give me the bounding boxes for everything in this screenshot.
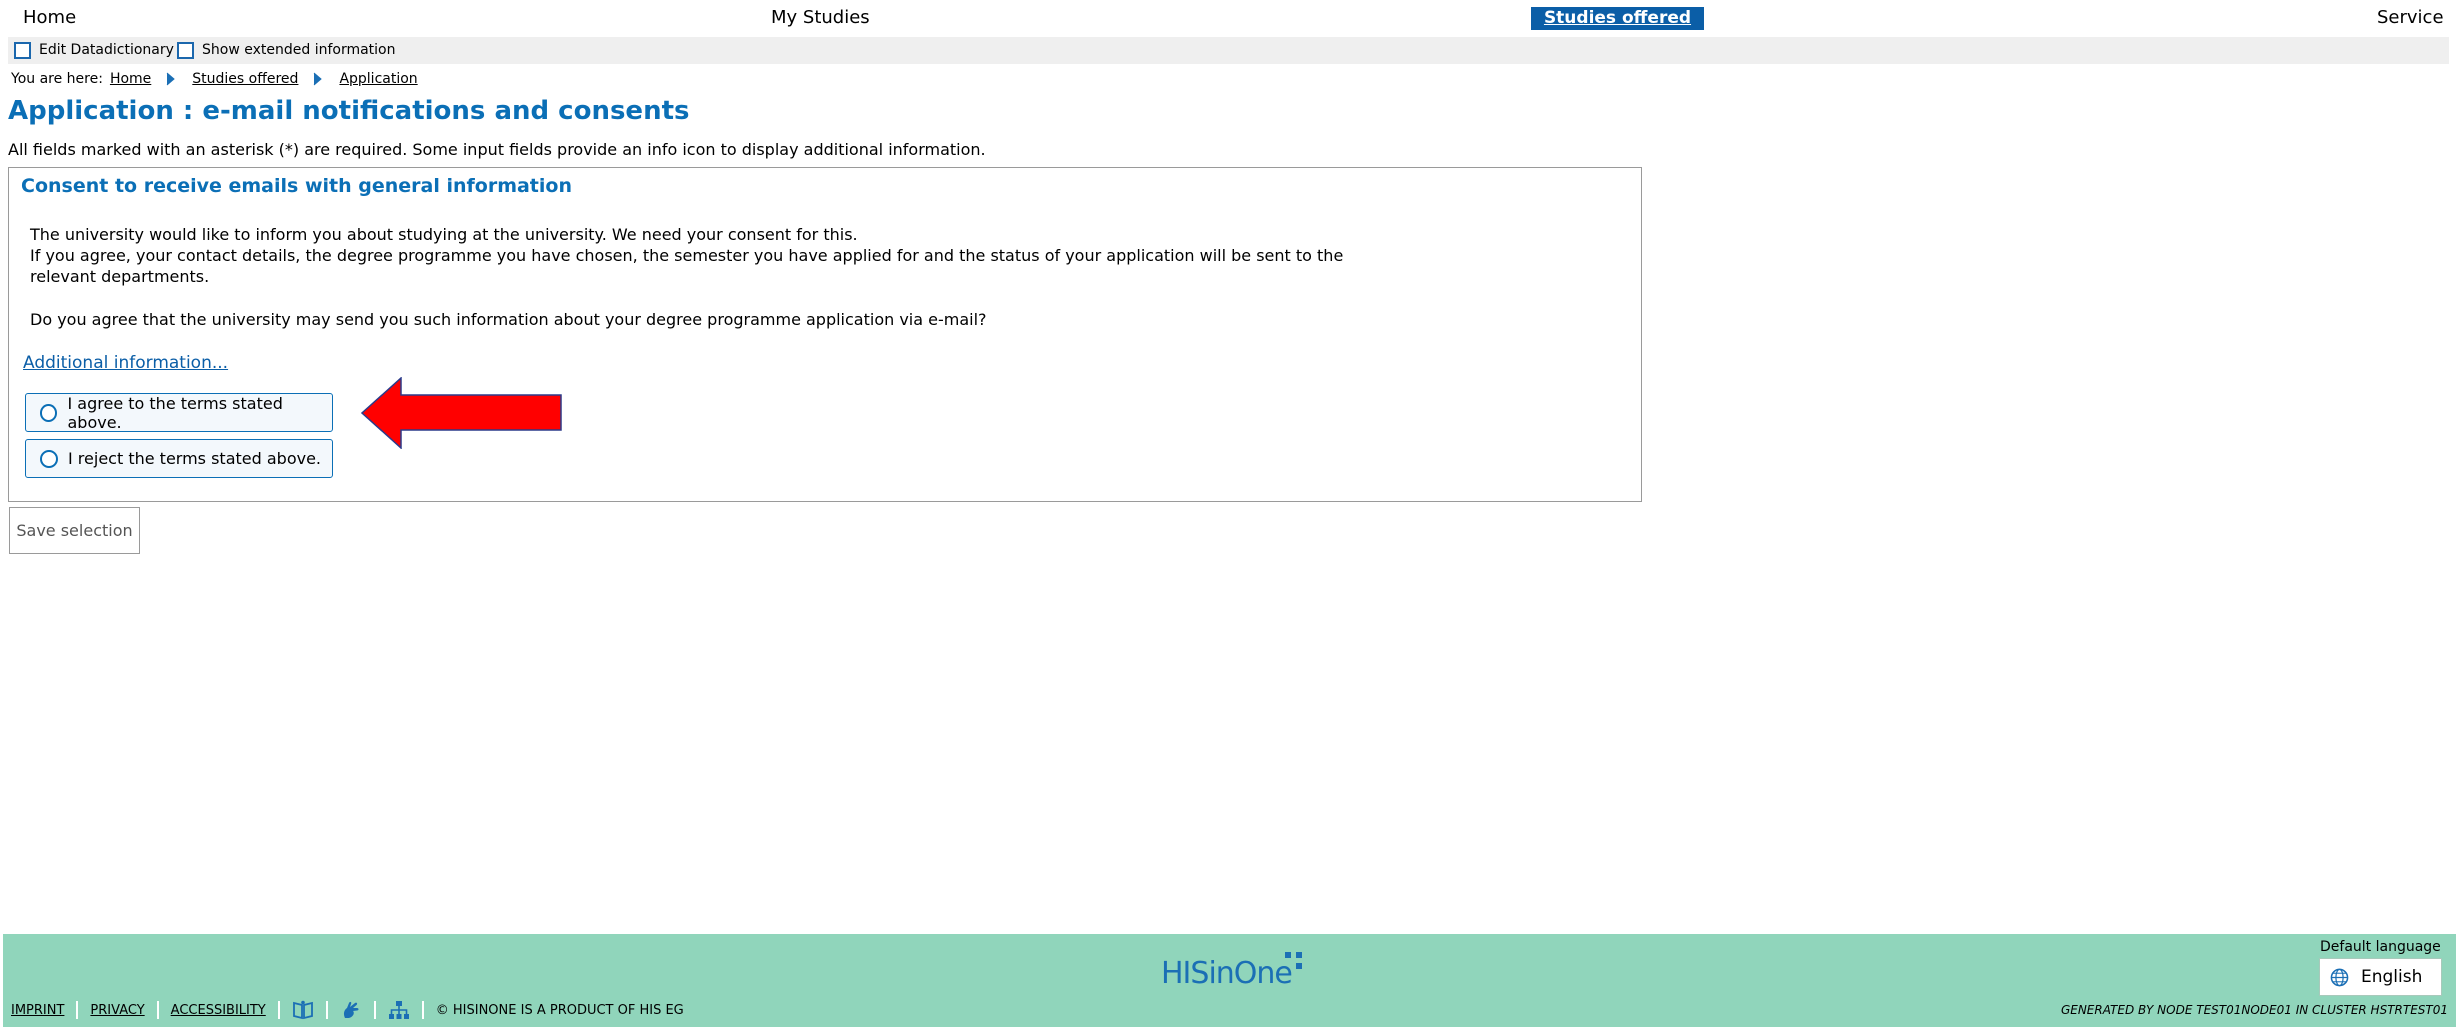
show-extended-label: Show extended information <box>202 42 396 58</box>
page-title: Application : e-mail notifications and c… <box>8 96 690 126</box>
edit-datadictionary-checkbox[interactable] <box>14 41 31 59</box>
required-fields-note: All fields marked with an asterisk (*) a… <box>8 140 986 159</box>
top-navigation: Home My Studies Studies offered Service <box>0 0 2459 34</box>
save-selection-button[interactable]: Save selection <box>9 507 140 554</box>
footer-links: IMPRINT PRIVACY ACCESSIBILITY © HISINONE… <box>11 999 684 1021</box>
nav-my-studies[interactable]: My Studies <box>771 7 870 29</box>
chevron-right-icon <box>314 72 323 86</box>
divider <box>421 1001 424 1019</box>
edit-datadictionary-label: Edit Datadictionary <box>39 42 174 58</box>
nav-service[interactable]: Service <box>2377 7 2444 29</box>
red-arrow-icon <box>361 377 562 449</box>
logo-dots-icon <box>1285 952 1302 969</box>
nav-home[interactable]: Home <box>23 7 76 29</box>
default-language-label: Default language <box>2320 939 2441 955</box>
breadcrumb-application[interactable]: Application <box>339 71 417 87</box>
options-bar: Edit Datadictionary Show extended inform… <box>8 37 2449 64</box>
generated-by-text: GENERATED BY NODE TEST01NODE01 IN CLUSTE… <box>2060 1003 2448 1017</box>
copyright-text: © HISINONE IS A PRODUCT OF HIS EG <box>435 1002 684 1018</box>
divider <box>373 1001 376 1019</box>
consent-panel: Consent to receive emails with general i… <box>8 167 1642 502</box>
chevron-right-icon <box>166 72 176 86</box>
footer: HISinOne Default language English IMPRIN… <box>3 934 2456 1027</box>
radio-unchecked-icon[interactable] <box>40 403 58 422</box>
language-value: English <box>2361 967 2423 987</box>
breadcrumb-home[interactable]: Home <box>110 71 151 87</box>
show-extended-option[interactable]: Show extended information <box>177 39 396 61</box>
nav-studies-offered[interactable]: Studies offered <box>1531 7 1704 30</box>
divider <box>156 1001 159 1019</box>
sitemap-icon[interactable] <box>388 1000 410 1020</box>
breadcrumb-lead: You are here: <box>11 71 103 87</box>
sign-language-icon[interactable] <box>340 1000 362 1020</box>
reject-radio-option[interactable]: I reject the terms stated above. <box>25 439 333 478</box>
breadcrumb: You are here: Home Studies offered Appli… <box>11 69 418 89</box>
consent-panel-title: Consent to receive emails with general i… <box>21 175 572 197</box>
consent-text-line1: The university would like to inform you … <box>30 225 858 244</box>
hisinone-logo: HISinOne <box>1161 952 1302 1004</box>
globe-icon <box>2330 968 2349 986</box>
additional-information-link[interactable]: Additional information... <box>23 352 228 374</box>
imprint-link[interactable]: IMPRINT <box>11 1003 64 1018</box>
language-selector[interactable]: English <box>2319 958 2442 996</box>
consent-text-line2: If you agree, your contact details, the … <box>30 246 1344 286</box>
divider <box>76 1001 79 1019</box>
radio-unchecked-icon[interactable] <box>40 449 58 468</box>
show-extended-checkbox[interactable] <box>177 41 194 59</box>
reject-label: I reject the terms stated above. <box>68 449 322 468</box>
agree-label: I agree to the terms stated above. <box>67 393 283 432</box>
breadcrumb-studies-offered[interactable]: Studies offered <box>192 71 298 87</box>
book-icon[interactable] <box>292 1000 314 1020</box>
hisinone-logo-text: HISinOne <box>1161 956 1293 991</box>
privacy-link[interactable]: PRIVACY <box>90 1003 144 1018</box>
edit-datadictionary-option[interactable]: Edit Datadictionary <box>14 39 174 61</box>
agree-radio-option[interactable]: I agree to the terms stated above. <box>25 393 333 432</box>
consent-question: Do you agree that the university may sen… <box>30 310 987 329</box>
consent-description: The university would like to inform you … <box>30 224 1370 287</box>
accessibility-link[interactable]: ACCESSIBILITY <box>171 1003 266 1018</box>
divider <box>325 1001 328 1019</box>
divider <box>277 1001 280 1019</box>
